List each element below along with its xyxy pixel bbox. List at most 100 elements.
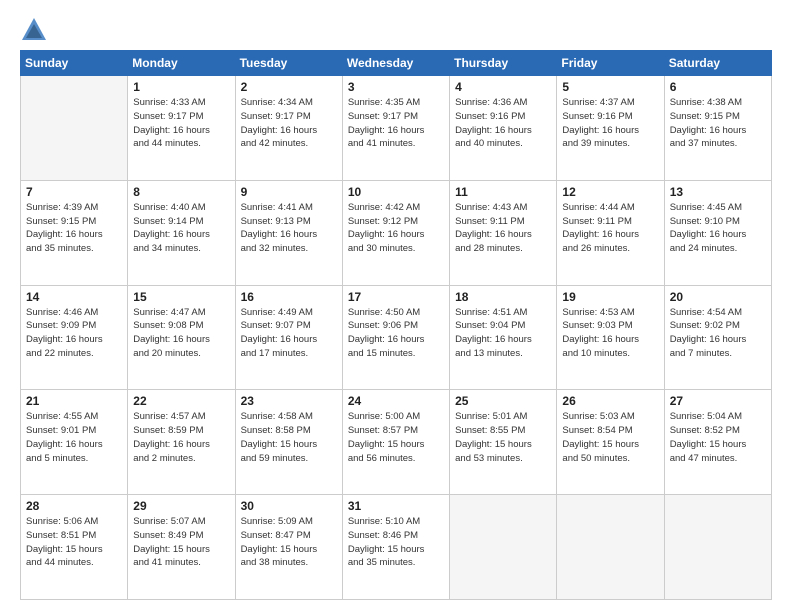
calendar-body: 1 Sunrise: 4:33 AM Sunset: 9:17 PM Daylig… [21,76,772,600]
day-number: 10 [348,185,444,199]
day-info: Sunrise: 4:33 AM Sunset: 9:17 PM Dayligh… [133,96,229,151]
day-cell: 17 Sunrise: 4:50 AM Sunset: 9:06 PM Dayli… [342,285,449,390]
day-info: Sunrise: 4:45 AM Sunset: 9:10 PM Dayligh… [670,201,766,256]
day-cell: 22Sunrise: 4:57 AM Sunset: 8:59 PM Dayli… [128,390,235,495]
day-number: 18 [455,290,551,304]
day-info: Sunrise: 5:06 AM Sunset: 8:51 PM Dayligh… [26,515,122,570]
day-number: 29 [133,499,229,513]
week-row-1: 1 Sunrise: 4:33 AM Sunset: 9:17 PM Daylig… [21,76,772,181]
day-number: 9 [241,185,337,199]
day-number: 20 [670,290,766,304]
week-row-2: 7 Sunrise: 4:39 AM Sunset: 9:15 PM Daylig… [21,180,772,285]
day-cell: 9 Sunrise: 4:41 AM Sunset: 9:13 PM Daylig… [235,180,342,285]
day-cell: 26 Sunrise: 5:03 AM Sunset: 8:54 PM Dayli… [557,390,664,495]
day-info: Sunrise: 4:50 AM Sunset: 9:06 PM Dayligh… [348,306,444,361]
day-cell: 6 Sunrise: 4:38 AM Sunset: 9:15 PM Daylig… [664,76,771,181]
day-cell: 30Sunrise: 5:09 AM Sunset: 8:47 PM Dayli… [235,495,342,600]
header-cell-thursday: Thursday [450,51,557,76]
day-number: 5 [562,80,658,94]
week-row-5: 28 Sunrise: 5:06 AM Sunset: 8:51 PM Dayli… [21,495,772,600]
day-info: Sunrise: 4:42 AM Sunset: 9:12 PM Dayligh… [348,201,444,256]
day-number: 1 [133,80,229,94]
day-number: 19 [562,290,658,304]
day-info: Sunrise: 4:34 AM Sunset: 9:17 PM Dayligh… [241,96,337,151]
week-row-3: 14 Sunrise: 4:46 AM Sunset: 9:09 PM Dayli… [21,285,772,390]
day-cell: 21Sunrise: 4:55 AM Sunset: 9:01 PM Dayli… [21,390,128,495]
header-cell-saturday: Saturday [664,51,771,76]
header-cell-wednesday: Wednesday [342,51,449,76]
logo [20,16,52,44]
day-cell: 31 Sunrise: 5:10 AM Sunset: 8:46 PM Dayli… [342,495,449,600]
day-info: Sunrise: 5:01 AM Sunset: 8:55 PM Dayligh… [455,410,551,465]
header-cell-tuesday: Tuesday [235,51,342,76]
week-row-4: 21Sunrise: 4:55 AM Sunset: 9:01 PM Dayli… [21,390,772,495]
day-number: 31 [348,499,444,513]
day-info: Sunrise: 4:46 AM Sunset: 9:09 PM Dayligh… [26,306,122,361]
day-info: Sunrise: 5:09 AM Sunset: 8:47 PM Dayligh… [241,515,337,570]
day-cell: 19 Sunrise: 4:53 AM Sunset: 9:03 PM Dayli… [557,285,664,390]
logo-icon [20,16,48,44]
day-number: 24 [348,394,444,408]
day-number: 23 [241,394,337,408]
day-number: 14 [26,290,122,304]
day-number: 7 [26,185,122,199]
day-number: 26 [562,394,658,408]
day-info: Sunrise: 5:07 AM Sunset: 8:49 PM Dayligh… [133,515,229,570]
header-cell-monday: Monday [128,51,235,76]
header-cell-sunday: Sunday [21,51,128,76]
day-cell [557,495,664,600]
day-cell: 27 Sunrise: 5:04 AM Sunset: 8:52 PM Dayli… [664,390,771,495]
day-info: Sunrise: 4:47 AM Sunset: 9:08 PM Dayligh… [133,306,229,361]
day-info: Sunrise: 4:44 AM Sunset: 9:11 PM Dayligh… [562,201,658,256]
day-cell [450,495,557,600]
day-number: 11 [455,185,551,199]
day-cell: 5Sunrise: 4:37 AM Sunset: 9:16 PM Daylig… [557,76,664,181]
day-number: 17 [348,290,444,304]
day-cell: 2 Sunrise: 4:34 AM Sunset: 9:17 PM Daylig… [235,76,342,181]
day-cell: 16Sunrise: 4:49 AM Sunset: 9:07 PM Dayli… [235,285,342,390]
day-info: Sunrise: 5:10 AM Sunset: 8:46 PM Dayligh… [348,515,444,570]
day-cell: 14 Sunrise: 4:46 AM Sunset: 9:09 PM Dayli… [21,285,128,390]
calendar-table: SundayMondayTuesdayWednesdayThursdayFrid… [20,50,772,600]
day-number: 8 [133,185,229,199]
day-cell: 4 Sunrise: 4:36 AM Sunset: 9:16 PM Daylig… [450,76,557,181]
day-cell: 23Sunrise: 4:58 AM Sunset: 8:58 PM Dayli… [235,390,342,495]
day-cell: 18 Sunrise: 4:51 AM Sunset: 9:04 PM Dayli… [450,285,557,390]
day-number: 4 [455,80,551,94]
day-info: Sunrise: 4:41 AM Sunset: 9:13 PM Dayligh… [241,201,337,256]
day-cell: 13Sunrise: 4:45 AM Sunset: 9:10 PM Dayli… [664,180,771,285]
day-cell: 12Sunrise: 4:44 AM Sunset: 9:11 PM Dayli… [557,180,664,285]
day-number: 28 [26,499,122,513]
day-number: 6 [670,80,766,94]
day-cell: 28 Sunrise: 5:06 AM Sunset: 8:51 PM Dayli… [21,495,128,600]
header [20,16,772,44]
day-info: Sunrise: 5:03 AM Sunset: 8:54 PM Dayligh… [562,410,658,465]
day-cell: 25 Sunrise: 5:01 AM Sunset: 8:55 PM Dayli… [450,390,557,495]
day-info: Sunrise: 5:04 AM Sunset: 8:52 PM Dayligh… [670,410,766,465]
day-info: Sunrise: 4:54 AM Sunset: 9:02 PM Dayligh… [670,306,766,361]
header-cell-friday: Friday [557,51,664,76]
day-info: Sunrise: 5:00 AM Sunset: 8:57 PM Dayligh… [348,410,444,465]
day-cell: 24 Sunrise: 5:00 AM Sunset: 8:57 PM Dayli… [342,390,449,495]
day-cell: 15 Sunrise: 4:47 AM Sunset: 9:08 PM Dayli… [128,285,235,390]
day-cell: 1 Sunrise: 4:33 AM Sunset: 9:17 PM Daylig… [128,76,235,181]
day-info: Sunrise: 4:39 AM Sunset: 9:15 PM Dayligh… [26,201,122,256]
day-info: Sunrise: 4:53 AM Sunset: 9:03 PM Dayligh… [562,306,658,361]
day-info: Sunrise: 4:51 AM Sunset: 9:04 PM Dayligh… [455,306,551,361]
day-number: 25 [455,394,551,408]
day-cell: 20 Sunrise: 4:54 AM Sunset: 9:02 PM Dayli… [664,285,771,390]
day-info: Sunrise: 4:36 AM Sunset: 9:16 PM Dayligh… [455,96,551,151]
day-number: 15 [133,290,229,304]
day-info: Sunrise: 4:35 AM Sunset: 9:17 PM Dayligh… [348,96,444,151]
day-info: Sunrise: 4:43 AM Sunset: 9:11 PM Dayligh… [455,201,551,256]
day-info: Sunrise: 4:49 AM Sunset: 9:07 PM Dayligh… [241,306,337,361]
day-info: Sunrise: 4:38 AM Sunset: 9:15 PM Dayligh… [670,96,766,151]
day-cell: 7 Sunrise: 4:39 AM Sunset: 9:15 PM Daylig… [21,180,128,285]
day-number: 22 [133,394,229,408]
day-number: 27 [670,394,766,408]
day-cell [21,76,128,181]
day-number: 3 [348,80,444,94]
page: SundayMondayTuesdayWednesdayThursdayFrid… [0,0,792,612]
day-cell: 8Sunrise: 4:40 AM Sunset: 9:14 PM Daylig… [128,180,235,285]
day-number: 2 [241,80,337,94]
